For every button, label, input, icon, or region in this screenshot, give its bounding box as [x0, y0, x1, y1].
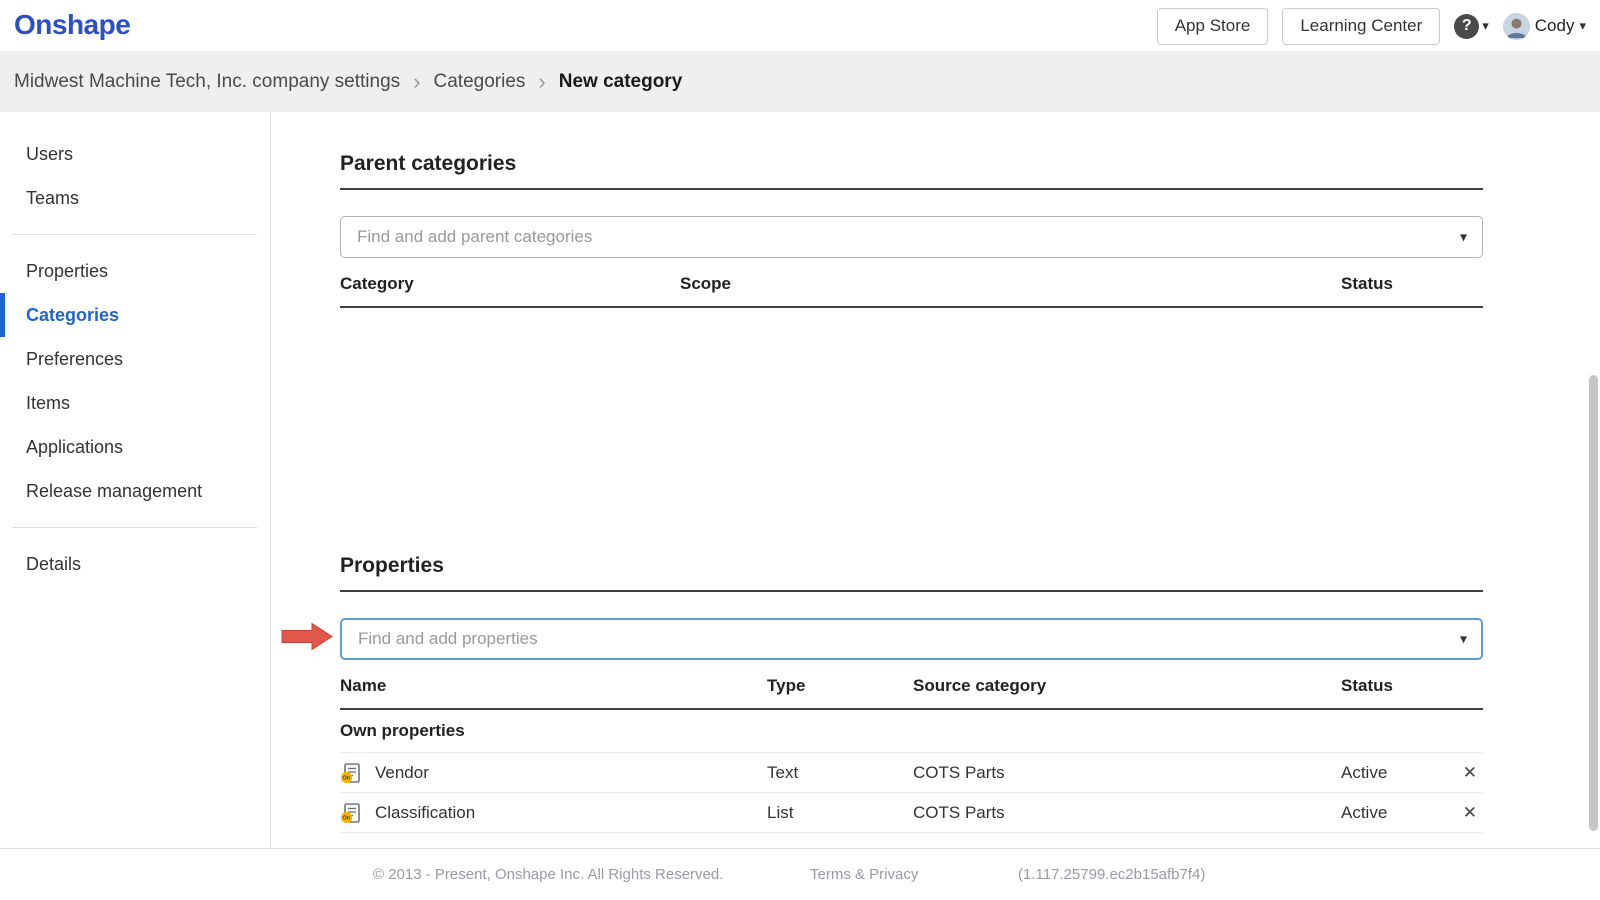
sidebar-item-release-management[interactable]: Release management — [0, 469, 270, 513]
chevron-down-icon: ▾ — [1482, 18, 1489, 34]
property-name-cell: On Vendor — [340, 762, 767, 784]
dropdown-caret-icon[interactable]: ▾ — [1460, 631, 1467, 648]
parent-categories-table-header: Category Scope Status — [340, 274, 1483, 308]
parent-categories-empty-table — [340, 308, 1483, 554]
parent-categories-title: Parent categories — [340, 152, 1483, 190]
remove-property-button[interactable]: ✕ — [1441, 763, 1483, 783]
remove-property-button[interactable]: ✕ — [1441, 803, 1483, 823]
avatar[interactable] — [1503, 13, 1530, 40]
column-header-actions — [1441, 676, 1483, 696]
properties-combobox: ▾ — [340, 618, 1483, 660]
breadcrumb-new-category: New category — [559, 71, 683, 93]
properties-search-input[interactable] — [340, 618, 1483, 660]
sidebar-item-details[interactable]: Details — [0, 542, 270, 586]
help-icon[interactable]: ? — [1454, 14, 1479, 39]
property-name-cell: On Classification — [340, 802, 767, 824]
app-store-button[interactable]: App Store — [1157, 8, 1269, 45]
column-header-type: Type — [767, 676, 913, 696]
property-name: Classification — [375, 803, 475, 823]
breadcrumb: Midwest Machine Tech, Inc. company setti… — [0, 51, 1600, 112]
terms-privacy-link[interactable]: Terms & Privacy — [810, 866, 918, 883]
sidebar-item-applications[interactable]: Applications — [0, 425, 270, 469]
avatar-image — [1503, 13, 1530, 40]
footer: © 2013 - Present, Onshape Inc. All Right… — [0, 848, 1600, 900]
copyright-text: © 2013 - Present, Onshape Inc. All Right… — [373, 866, 723, 883]
vertical-scrollbar[interactable] — [1589, 375, 1598, 831]
chevron-right-icon: › — [538, 71, 545, 93]
sidebar-item-categories[interactable]: Categories — [0, 293, 270, 337]
dropdown-caret-icon[interactable]: ▾ — [1460, 229, 1467, 246]
onshape-settings-page: Onshape App Store Learning Center ? ▾ Co… — [0, 0, 1600, 900]
breadcrumb-categories[interactable]: Categories — [434, 71, 526, 93]
svg-text:On: On — [343, 775, 350, 781]
onshape-logo[interactable]: Onshape — [14, 9, 130, 41]
properties-title: Properties — [340, 554, 1483, 592]
help-menu[interactable]: ? ▾ — [1454, 14, 1489, 39]
breadcrumb-company-settings[interactable]: Midwest Machine Tech, Inc. company setti… — [14, 71, 400, 93]
user-menu[interactable]: Cody ▾ — [1503, 13, 1586, 40]
column-header-status: Status — [1341, 676, 1441, 696]
property-type: List — [767, 803, 913, 823]
property-name: Vendor — [375, 763, 429, 783]
chevron-down-icon: ▾ — [1579, 18, 1586, 34]
table-row: On Vendor Text COTS Parts Active ✕ — [340, 753, 1483, 793]
main-panel: Parent categories ▾ Category Scope Statu… — [272, 112, 1600, 848]
properties-table-header: Name Type Source category Status — [340, 676, 1483, 710]
column-header-name: Name — [340, 676, 767, 696]
sidebar-item-users[interactable]: Users — [0, 132, 270, 176]
sidebar-divider — [13, 234, 257, 235]
sidebar-divider — [13, 527, 257, 528]
learning-center-button[interactable]: Learning Center — [1282, 8, 1440, 45]
table-row: On Classification List COTS Parts Active… — [340, 793, 1483, 833]
sidebar-item-teams[interactable]: Teams — [0, 176, 270, 220]
top-bar-actions: App Store Learning Center ? ▾ Cody ▾ — [1157, 7, 1586, 45]
settings-sidebar: Users Teams Properties Categories Prefer… — [0, 112, 271, 848]
parent-categories-combobox: ▾ — [340, 216, 1483, 258]
property-source-category: COTS Parts — [913, 803, 1341, 823]
property-type: Text — [767, 763, 913, 783]
column-header-scope: Scope — [680, 274, 1341, 294]
close-icon[interactable]: ✕ — [1463, 763, 1477, 783]
sidebar-item-items[interactable]: Items — [0, 381, 270, 425]
property-source-category: COTS Parts — [913, 763, 1341, 783]
close-icon[interactable]: ✕ — [1463, 803, 1477, 823]
parent-categories-search-input[interactable] — [340, 216, 1483, 258]
column-header-status: Status — [1341, 274, 1483, 294]
sidebar-item-preferences[interactable]: Preferences — [0, 337, 270, 381]
column-header-category: Category — [340, 274, 680, 294]
top-bar: Onshape App Store Learning Center ? ▾ Co… — [0, 0, 1600, 51]
property-status: Active — [1341, 763, 1441, 783]
own-properties-group-label: Own properties — [340, 710, 1483, 753]
new-category-form: Parent categories ▾ Category Scope Statu… — [340, 112, 1483, 833]
column-header-source-category: Source category — [913, 676, 1341, 696]
property-icon: On — [340, 762, 362, 784]
annotation-arrow — [280, 622, 334, 657]
user-name: Cody — [1535, 16, 1575, 36]
svg-text:On: On — [343, 815, 350, 821]
sidebar-item-properties[interactable]: Properties — [0, 249, 270, 293]
property-status: Active — [1341, 803, 1441, 823]
property-icon: On — [340, 802, 362, 824]
build-version: (1.117.25799.ec2b15afb7f4) — [1018, 866, 1205, 883]
chevron-right-icon: › — [413, 71, 420, 93]
